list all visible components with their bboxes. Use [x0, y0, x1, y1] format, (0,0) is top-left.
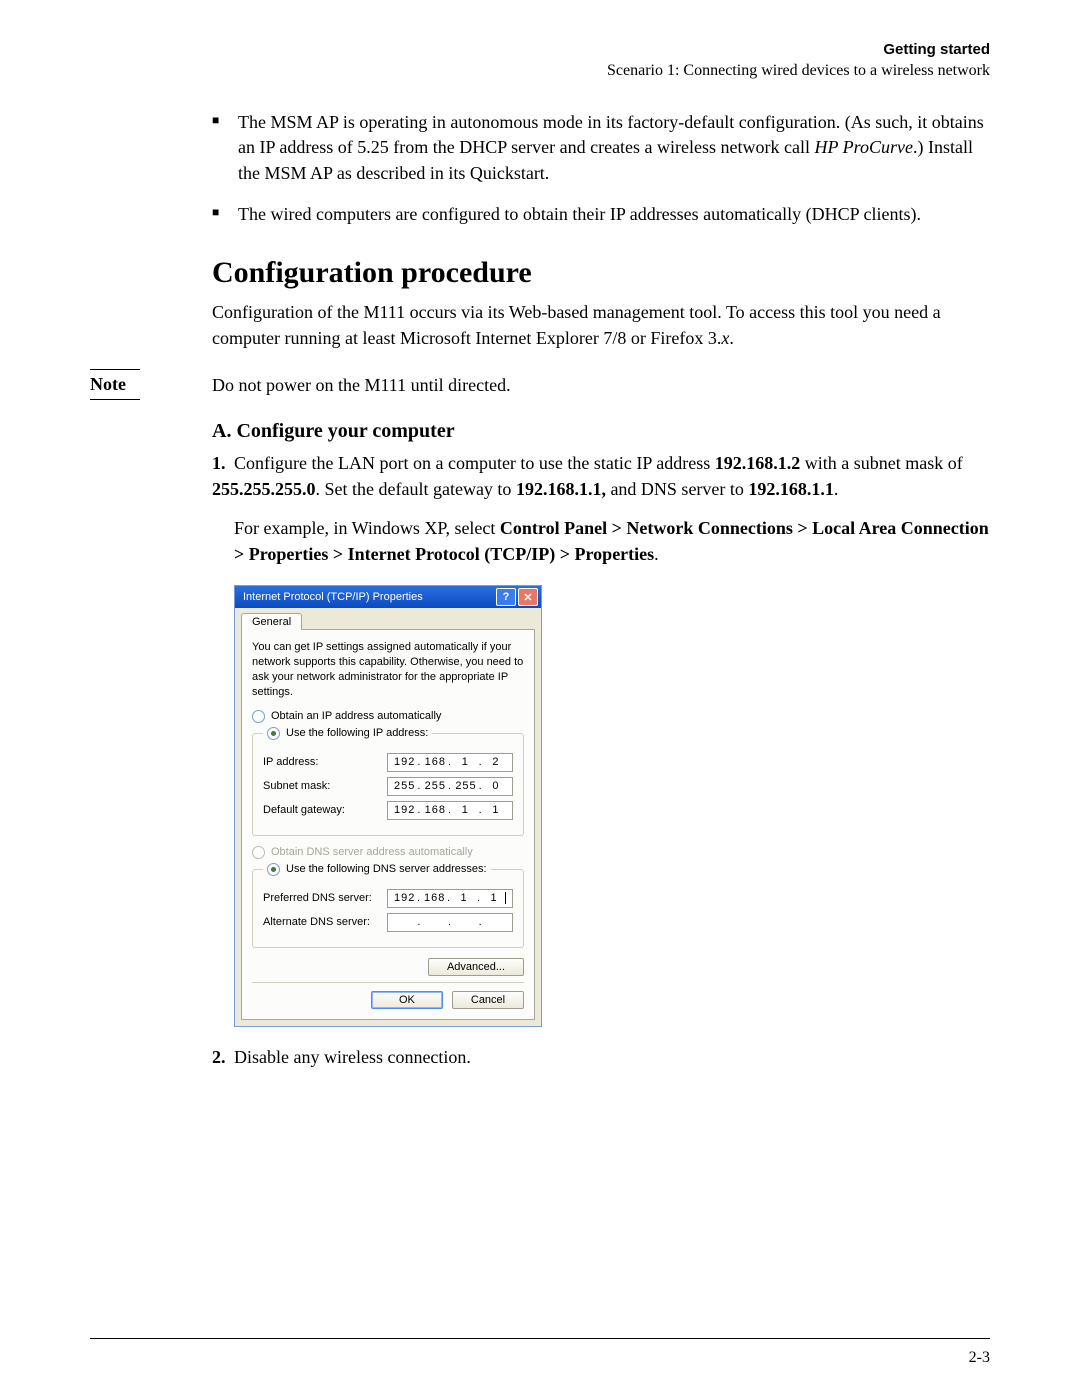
- step-text: .: [834, 479, 839, 499]
- step-text: and DNS server to: [606, 479, 748, 499]
- ip-group: Use the following IP address: IP address…: [252, 727, 524, 836]
- step-example: For example, in Windows XP, select Contr…: [212, 516, 990, 567]
- radio-label: Obtain DNS server address automatically: [271, 846, 473, 858]
- steps-list: 1.Configure the LAN port on a computer t…: [212, 451, 990, 1070]
- subsection-heading: A. Configure your computer: [212, 420, 990, 443]
- ip-octet: 2: [486, 756, 506, 768]
- footer-rule: [90, 1338, 990, 1339]
- radio-icon: [252, 846, 265, 859]
- step-item: 1.Configure the LAN port on a computer t…: [212, 451, 990, 1027]
- tab-general[interactable]: General: [241, 613, 302, 630]
- note-block: Note Do not power on the M111 until dire…: [90, 369, 990, 400]
- ip-octet: 192: [394, 804, 414, 816]
- ip-octet: 168: [425, 804, 445, 816]
- intro-text: Configuration of the M111 occurs via its…: [212, 302, 941, 348]
- tcpip-properties-dialog: Internet Protocol (TCP/IP) Properties ? …: [234, 585, 542, 1026]
- alternate-dns-label: Alternate DNS server:: [263, 916, 387, 928]
- dialog-description: You can get IP settings assigned automat…: [252, 640, 524, 699]
- ip-octet: 1: [455, 804, 475, 816]
- step-text: Disable any wireless connection.: [234, 1047, 471, 1067]
- bullet-item: The wired computers are configured to ob…: [212, 202, 990, 228]
- step-number: 2.: [212, 1045, 234, 1071]
- dialog-titlebar: Internet Protocol (TCP/IP) Properties ? …: [235, 586, 541, 608]
- ip-octet: 192: [394, 892, 414, 904]
- bullet-list: The MSM AP is operating in autonomous mo…: [212, 110, 990, 228]
- default-gateway-label: Default gateway:: [263, 804, 387, 816]
- step-text: . Set the default gateway to: [316, 479, 516, 499]
- subnet-mask-input[interactable]: 255. 255. 255. 0: [387, 777, 513, 796]
- close-button[interactable]: ✕: [518, 588, 538, 606]
- bullet-item: The MSM AP is operating in autonomous mo…: [212, 110, 990, 187]
- note-label: Note: [90, 369, 140, 400]
- subnet-mask-label: Subnet mask:: [263, 780, 387, 792]
- dns-group: Use the following DNS server addresses: …: [252, 863, 524, 948]
- help-button[interactable]: ?: [496, 588, 516, 606]
- ip-octet: 1: [486, 804, 506, 816]
- alternate-dns-input[interactable]: . . .: [387, 913, 513, 932]
- step-bold: 192.168.1.2: [715, 453, 801, 473]
- bullet-text: The wired computers are configured to ob…: [238, 204, 921, 224]
- radio-icon[interactable]: [267, 727, 280, 740]
- dialog-title: Internet Protocol (TCP/IP) Properties: [243, 591, 494, 603]
- preferred-dns-label: Preferred DNS server:: [263, 892, 387, 904]
- preferred-dns-input[interactable]: 192. 168. 1. 1: [387, 889, 513, 908]
- tab-strip: General: [235, 608, 541, 629]
- note-text: Do not power on the M111 until directed.: [212, 369, 990, 399]
- ok-button[interactable]: OK: [371, 991, 443, 1009]
- step-text: with a subnet mask of: [800, 453, 962, 473]
- ip-octet: 1: [454, 892, 474, 904]
- ip-address-label: IP address:: [263, 756, 387, 768]
- default-gateway-input[interactable]: 192. 168. 1. 1: [387, 801, 513, 820]
- ip-octet: 255: [394, 780, 414, 792]
- radio-icon: [252, 710, 265, 723]
- dialog-body: You can get IP settings assigned automat…: [241, 629, 535, 1019]
- radio-obtain-ip-auto[interactable]: Obtain an IP address automatically: [252, 710, 524, 723]
- header-title: Getting started: [90, 40, 990, 60]
- ip-octet: 192: [394, 756, 414, 768]
- ip-octet: 1: [455, 756, 475, 768]
- radio-use-ip-label[interactable]: Use the following IP address:: [286, 727, 428, 739]
- intro-text: .: [729, 328, 734, 348]
- step-text: For example, in Windows XP, select: [234, 518, 500, 538]
- page-number: 2-3: [969, 1349, 990, 1367]
- ip-octet: 168: [425, 756, 445, 768]
- cancel-button[interactable]: Cancel: [452, 991, 524, 1009]
- radio-icon[interactable]: [267, 863, 280, 876]
- ip-address-input[interactable]: 192. 168. 1. 2: [387, 753, 513, 772]
- step-number: 1.: [212, 451, 234, 477]
- section-heading: Configuration procedure: [212, 256, 990, 290]
- radio-use-dns-label[interactable]: Use the following DNS server addresses:: [286, 863, 487, 875]
- ip-octet: 1: [484, 892, 506, 904]
- page-header: Getting started Scenario 1: Connecting w…: [90, 40, 990, 82]
- bullet-italic: HP ProCurve: [814, 137, 913, 157]
- ip-octet: 168: [424, 892, 444, 904]
- step-bold: 192.168.1.1: [748, 479, 834, 499]
- step-text: Configure the LAN port on a computer to …: [234, 453, 715, 473]
- ip-octet: 255: [425, 780, 445, 792]
- advanced-button[interactable]: Advanced...: [428, 958, 524, 976]
- radio-obtain-dns-auto: Obtain DNS server address automatically: [252, 846, 524, 859]
- ip-octet: 0: [486, 780, 506, 792]
- step-bold: 192.168.1.1,: [516, 479, 606, 499]
- step-text: .: [654, 544, 659, 564]
- header-subtitle: Scenario 1: Connecting wired devices to …: [90, 60, 990, 82]
- step-item: 2.Disable any wireless connection.: [212, 1045, 990, 1071]
- radio-label: Obtain an IP address automatically: [271, 710, 441, 722]
- step-bold: 255.255.255.0: [212, 479, 316, 499]
- ip-octet: 255: [455, 780, 475, 792]
- intro-paragraph: Configuration of the M111 occurs via its…: [212, 300, 990, 351]
